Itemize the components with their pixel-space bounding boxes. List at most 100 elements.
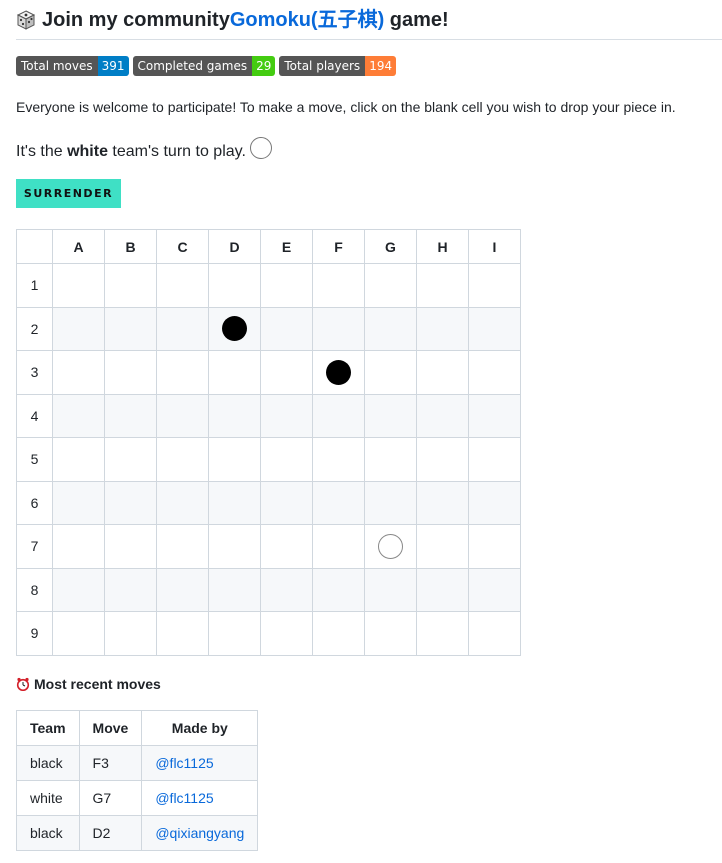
board-cell-h4[interactable] (416, 393, 469, 438)
user-link[interactable]: @qixiangyang (155, 825, 244, 841)
board-cell-c6[interactable] (156, 480, 209, 525)
board-cell-i5[interactable] (468, 437, 521, 482)
game-board: ABCDEFGHI 123456789 (16, 229, 521, 656)
board-cell-b5[interactable] (104, 437, 157, 482)
board-cell-h9[interactable] (416, 611, 469, 656)
board-cell-h1[interactable] (416, 263, 469, 308)
board-cell-b2[interactable] (104, 306, 157, 351)
board-cell-c3[interactable] (156, 350, 209, 395)
board-row: 1 (16, 263, 521, 308)
col-move: Move (78, 709, 143, 746)
board-cell-e8[interactable] (260, 567, 313, 612)
board-cell-e7[interactable] (260, 524, 313, 569)
board-cell-d1[interactable] (208, 263, 261, 308)
board-cell-f2[interactable] (312, 306, 365, 351)
board-cell-d8[interactable] (208, 567, 261, 612)
board-cell-e9[interactable] (260, 611, 313, 656)
board-cell-e1[interactable] (260, 263, 313, 308)
board-cell-e5[interactable] (260, 437, 313, 482)
board-cell-h7[interactable] (416, 524, 469, 569)
board-cell-b6[interactable] (104, 480, 157, 525)
board-cell-f6[interactable] (312, 480, 365, 525)
board-cell-g2[interactable] (364, 306, 417, 351)
row-header: 6 (16, 480, 53, 525)
board-cell-b1[interactable] (104, 263, 157, 308)
board-cell-a8[interactable] (52, 567, 105, 612)
board-row: 7 (16, 524, 521, 569)
board-cell-h3[interactable] (416, 350, 469, 395)
board-cell-a6[interactable] (52, 480, 105, 525)
board-cell-h2[interactable] (416, 306, 469, 351)
table-row: black D2 @qixiangyang (16, 814, 259, 851)
user-link[interactable]: @flc1125 (155, 755, 213, 771)
board-cell-h8[interactable] (416, 567, 469, 612)
column-header: D (208, 229, 261, 264)
board-cell-c5[interactable] (156, 437, 209, 482)
board-cell-d9[interactable] (208, 611, 261, 656)
row-header: 5 (16, 437, 53, 482)
board-cell-d3[interactable] (208, 350, 261, 395)
board-cell-i6[interactable] (468, 480, 521, 525)
user-link[interactable]: @flc1125 (155, 790, 213, 806)
board-cell-d7[interactable] (208, 524, 261, 569)
board-cell-i7[interactable] (468, 524, 521, 569)
board-row: 4 (16, 393, 521, 438)
board-cell-e2[interactable] (260, 306, 313, 351)
board-cell-b3[interactable] (104, 350, 157, 395)
board-cell-g1[interactable] (364, 263, 417, 308)
board-cell-i2[interactable] (468, 306, 521, 351)
board-cell-i4[interactable] (468, 393, 521, 438)
intro-text: Everyone is welcome to participate! To m… (16, 99, 676, 115)
board-cell-b8[interactable] (104, 567, 157, 612)
board-cell-c9[interactable] (156, 611, 209, 656)
board-cell-c8[interactable] (156, 567, 209, 612)
table-row: white G7 @flc1125 (16, 779, 259, 816)
column-header: A (52, 229, 105, 264)
board-cell-h5[interactable] (416, 437, 469, 482)
board-cell-e4[interactable] (260, 393, 313, 438)
board-cell-a1[interactable] (52, 263, 105, 308)
dice-icon (16, 10, 36, 30)
board-cell-i9[interactable] (468, 611, 521, 656)
board-cell-a3[interactable] (52, 350, 105, 395)
board-cell-d4[interactable] (208, 393, 261, 438)
board-cell-h6[interactable] (416, 480, 469, 525)
board-cell-b4[interactable] (104, 393, 157, 438)
gomoku-link[interactable]: Gomoku(五子棋) (230, 8, 384, 32)
board-cell-g6[interactable] (364, 480, 417, 525)
board-cell-c7[interactable] (156, 524, 209, 569)
board-cell-g8[interactable] (364, 567, 417, 612)
surrender-button[interactable]: SURRENDER (16, 179, 121, 208)
board-cell-a5[interactable] (52, 437, 105, 482)
board-cell-g5[interactable] (364, 437, 417, 482)
board-cell-f7[interactable] (312, 524, 365, 569)
board-cell-i8[interactable] (468, 567, 521, 612)
board-cell-f9[interactable] (312, 611, 365, 656)
column-header: G (364, 229, 417, 264)
board-cell-d6[interactable] (208, 480, 261, 525)
board-cell-f5[interactable] (312, 437, 365, 482)
board-cell-g3[interactable] (364, 350, 417, 395)
board-cell-a2[interactable] (52, 306, 105, 351)
board-cell-f1[interactable] (312, 263, 365, 308)
board-cell-b7[interactable] (104, 524, 157, 569)
board-cell-b9[interactable] (104, 611, 157, 656)
board-cell-c4[interactable] (156, 393, 209, 438)
recent-moves-heading: Most recent moves (16, 674, 722, 694)
board-cell-i1[interactable] (468, 263, 521, 308)
board-cell-e6[interactable] (260, 480, 313, 525)
board-cell-e3[interactable] (260, 350, 313, 395)
board-cell-d5[interactable] (208, 437, 261, 482)
board-cell-i3[interactable] (468, 350, 521, 395)
column-header: I (468, 229, 521, 264)
board-cell-g9[interactable] (364, 611, 417, 656)
board-cell-a7[interactable] (52, 524, 105, 569)
board-cell-d2 (208, 306, 261, 351)
board-cell-c1[interactable] (156, 263, 209, 308)
board-cell-g4[interactable] (364, 393, 417, 438)
board-cell-f8[interactable] (312, 567, 365, 612)
board-cell-a4[interactable] (52, 393, 105, 438)
board-cell-c2[interactable] (156, 306, 209, 351)
board-cell-f4[interactable] (312, 393, 365, 438)
board-cell-a9[interactable] (52, 611, 105, 656)
